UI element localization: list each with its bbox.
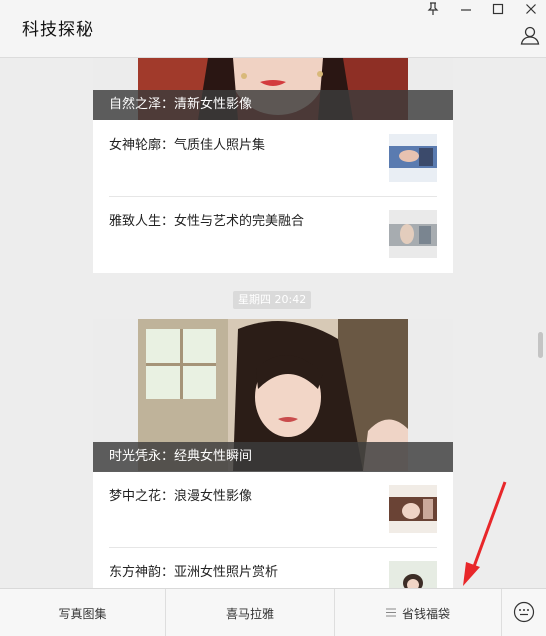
article-title[interactable]: 梦中之花：浪漫女性影像 — [109, 485, 252, 504]
chat-title: 科技探秘 — [22, 20, 94, 40]
title-bar: 科技探秘 — [0, 0, 546, 58]
article-thumbnail — [389, 134, 437, 182]
menu-item-label: 省钱福袋 — [401, 606, 450, 621]
list-item[interactable]: 女神轮廓：气质佳人照片集 — [93, 120, 453, 196]
pin-icon[interactable] — [422, 0, 444, 18]
cover-caption-1[interactable]: 自然之泽：清新女性影像 — [93, 90, 453, 120]
menu-item-savings-bag[interactable]: 省钱福袋 — [335, 589, 502, 636]
close-icon[interactable] — [520, 0, 542, 18]
maximize-icon[interactable] — [487, 0, 509, 18]
list-item[interactable]: 梦中之花：浪漫女性影像 — [93, 471, 453, 547]
article-card-1[interactable]: 自然之泽：清新女性影像 女神轮廓：气质佳人照片集 雅致人生：女性与艺术的完美融合 — [93, 58, 453, 273]
article-title[interactable]: 雅致人生：女性与艺术的完美融合 — [109, 210, 304, 229]
hamburger-icon — [385, 607, 396, 620]
scrollbar-thumb[interactable] — [538, 332, 543, 358]
list-item[interactable]: 雅致人生：女性与艺术的完美融合 — [93, 196, 453, 272]
article-thumbnail — [389, 485, 437, 533]
menu-item-label: 喜马拉雅 — [225, 606, 274, 621]
article-thumbnail — [389, 210, 437, 258]
user-icon[interactable] — [519, 24, 541, 46]
bottom-menu-bar: 写真图集 喜马拉雅 省钱福袋 — [0, 588, 546, 636]
cover-caption-2[interactable]: 时光凭永：经典女性瞬间 — [93, 442, 453, 472]
article-title[interactable]: 东方神韵：亚洲女性照片赏析 — [109, 561, 278, 580]
article-thumbnail — [389, 561, 437, 589]
message-timestamp: 星期四 20:42 — [233, 291, 312, 309]
menu-item-label: 写真图集 — [58, 606, 107, 621]
list-item[interactable]: 东方神韵：亚洲女性照片赏析 — [93, 547, 453, 589]
menu-item-photo-album[interactable]: 写真图集 — [0, 589, 166, 636]
article-card-2[interactable]: 时光凭永：经典女性瞬间 梦中之花：浪漫女性影像 东方神韵：亚洲女性照片赏析 — [93, 319, 453, 589]
article-title[interactable]: 女神轮廓：气质佳人照片集 — [109, 134, 265, 153]
minimize-icon[interactable] — [455, 0, 477, 18]
keyboard-icon[interactable] — [513, 601, 535, 623]
menu-item-himalaya[interactable]: 喜马拉雅 — [166, 589, 335, 636]
